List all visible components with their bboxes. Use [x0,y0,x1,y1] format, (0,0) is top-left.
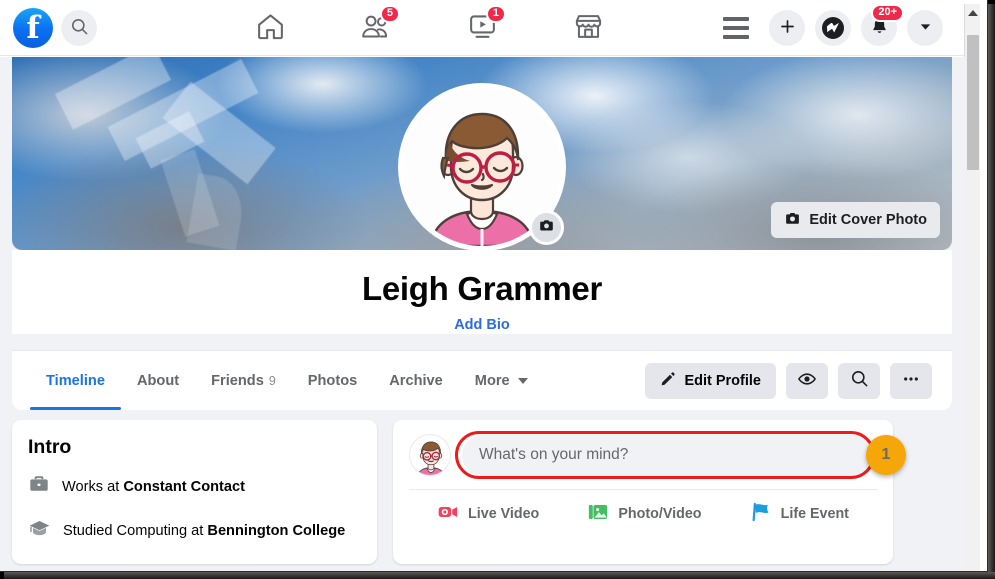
intro-card: Intro Works at Constant Contact Studied … [12,420,377,564]
tab-more[interactable]: More [459,351,544,410]
more-options-button[interactable] [890,362,932,399]
profile-tabs: Timeline About Friends 9 Photos Archive … [30,351,544,410]
nav-tab-home[interactable] [248,8,292,48]
search-icon [850,369,869,392]
vertical-scrollbar[interactable] [964,4,981,571]
pencil-icon [660,371,676,391]
add-bio-link[interactable]: Add Bio [454,317,510,333]
tab-label: Timeline [46,372,105,389]
photo-video-button[interactable]: Photo/Video [577,495,711,533]
eye-icon [797,369,817,393]
live-video-button[interactable]: Live Video [427,495,549,533]
life-event-button[interactable]: Life Event [740,495,859,533]
facebook-top-navigation-bar: 5 1 [0,0,965,56]
composer-input[interactable] [462,434,877,476]
profile-page: Edit Cover Photo Leigh Grammer Add Bio T… [0,57,965,571]
facebook-logo[interactable] [13,7,53,48]
nav-tab-watch[interactable]: 1 [460,4,506,48]
view-as-button[interactable] [786,362,828,399]
tab-label: Friends [211,372,264,389]
page-title: Leigh Grammer [361,270,602,307]
notifications-button[interactable]: 20+ [861,3,904,46]
friends-badge: 5 [379,4,400,23]
cover-shape [186,173,248,250]
messenger-button[interactable] [815,9,851,46]
nav-left-group [0,7,97,48]
profile-tab-bar: Timeline About Friends 9 Photos Archive … [12,350,952,410]
intro-row-education: Studied Computing at Bennington College [28,517,361,546]
avatar-camera-button[interactable] [529,210,564,245]
live-video-icon [437,501,459,527]
tab-timeline[interactable]: Timeline [30,351,121,410]
intro-education-prefix: Studied Computing at [63,522,208,539]
search-button[interactable] [61,9,97,46]
tab-label: Archive [389,372,443,389]
scrollbar-thumb[interactable] [967,35,979,170]
nav-tab-marketplace[interactable] [566,8,610,48]
photo-video-icon [587,501,609,527]
tab-photos[interactable]: Photos [292,351,373,410]
home-icon [255,11,286,45]
briefcase-icon [28,473,50,501]
marketplace-icon [573,11,604,45]
tab-friends[interactable]: Friends 9 [195,351,292,410]
tab-label: More [474,372,510,389]
live-video-label: Live Video [468,506,540,522]
window-frame-shadow-right [988,4,995,579]
intro-work-value[interactable]: Constant Contact [123,479,245,495]
composer-avatar[interactable] [409,434,451,476]
tab-about[interactable]: About [121,351,195,410]
create-button[interactable] [769,9,805,46]
edit-profile-button[interactable]: Edit Profile [645,362,776,399]
camera-icon [538,217,555,239]
edit-cover-photo-label: Edit Cover Photo [809,212,927,228]
messenger-icon [822,16,844,39]
watch-badge: 1 [485,4,506,23]
profile-action-buttons: Edit Profile [645,362,932,399]
intro-row-work: Works at Constant Contact [28,473,361,501]
profile-avatar-container[interactable] [398,83,566,251]
chevron-down-icon [517,377,528,384]
notifications-badge: 20+ [871,3,904,22]
intro-education-value[interactable]: Bennington College [207,523,345,539]
account-menu-button[interactable] [907,9,943,46]
browser-window: 5 1 [0,0,988,572]
photo-video-label: Photo/Video [618,506,702,522]
life-event-label: Life Event [780,506,849,522]
intro-education-text: Studied Computing at Bennington College [63,522,345,541]
tab-archive[interactable]: Archive [373,351,459,410]
intro-work-prefix: Works at [62,478,124,495]
chevron-down-icon [918,19,933,37]
composer-top-row [409,434,877,489]
intro-title: Intro [28,436,72,458]
profile-search-button[interactable] [838,362,880,399]
ellipsis-icon [901,369,921,393]
tab-label: About [136,372,180,389]
intro-work-text: Works at Constant Contact [62,478,245,497]
composer-action-row: Live Video Photo/Video Life Event [409,489,877,538]
search-icon [70,17,89,39]
edit-profile-label: Edit Profile [684,372,761,389]
edit-cover-photo-button[interactable]: Edit Cover Photo [771,202,940,238]
profile-name-block: Leigh Grammer Add Bio [12,250,952,334]
nav-center-tabs: 5 1 [145,4,713,48]
camera-icon [784,210,801,231]
friends-count: 9 [268,373,276,388]
life-event-icon [750,501,772,527]
post-composer-card: Live Video Photo/Video [393,420,906,564]
plus-icon [778,17,797,39]
annotation-marker-badge: 1 [866,435,906,475]
graduation-cap-icon [28,517,51,546]
profile-content: Intro Works at Constant Contact Studied … [12,420,952,564]
nav-tab-friends[interactable]: 5 [354,4,400,48]
tab-label: Photos [307,372,358,389]
scroll-up-arrow-icon[interactable] [965,4,981,21]
nav-right-group: 20+ [713,3,965,48]
window-frame-shadow-bottom [4,572,995,579]
hamburger-menu-icon[interactable] [713,8,759,48]
